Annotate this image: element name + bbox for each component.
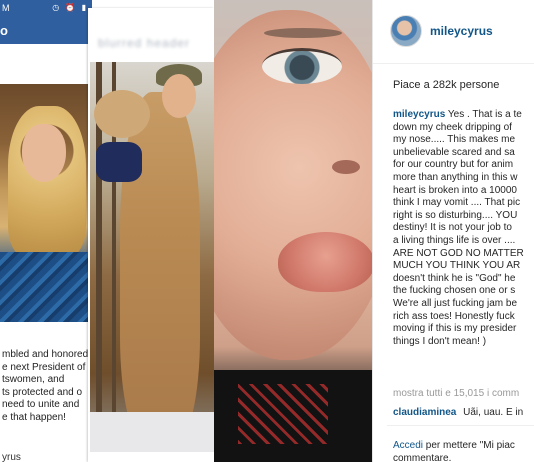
username-link[interactable]: mileycyrus [430,24,493,38]
post-header: mileycyrus [373,0,534,64]
login-prompt-text: per mettere "Mi piac [425,440,515,451]
woman-photo [0,84,92,322]
left-caption-line: ts protected and o [2,386,83,398]
caption-line: ARE NOT GOD NO MATTER [393,247,524,259]
caption-text: Yes . That is a te [447,109,522,120]
caption-line: unbelievable scared and sa [393,146,515,158]
app-topbar: M ◷ ⏰ ▮ o [0,0,92,44]
caption-line: We're all just fucking jam be [393,297,517,309]
post-image[interactable]: M ◷ ⏰ ▮ o mbled and honored e next Presi… [0,0,372,462]
divider [387,425,534,426]
status-time: M [2,3,10,13]
selfie-panel [214,0,372,462]
comment-text: Uãi, uau. E in [463,407,524,418]
cougar-head [94,90,150,138]
avatar[interactable] [390,15,422,47]
caption-line: rich ass toes! Honestly fuck [393,310,515,322]
login-prompt: Accedi per mettere "Mi piac commentare. [393,439,515,462]
nostril [332,160,360,174]
caption-line: heart is broken into a 10000 [393,184,517,196]
caption-line: more than anything in this w [393,171,518,183]
shirt-shape [0,252,92,322]
eye [262,48,342,84]
caption-line: MUCH YOU THINK YOU AR [393,260,521,272]
caption-line: for our country but for anim [393,159,514,171]
post-caption: mileycyrus Yes . That is a te down my ch… [393,109,534,348]
caption-line: down my cheek dripping of [393,121,512,133]
caption-line: moving if this is my presider [393,323,517,335]
left-caption-line: e next President of [2,361,86,373]
caption-line: right is so disturbing.... YOU [393,209,518,221]
left-footer-name: yrus [2,452,21,462]
login-link[interactable]: Accedi [393,440,423,451]
caption-line: destiny! It is not your job to [393,222,512,234]
comment: claudiaminea Uãi, uau. E in [393,407,523,418]
caption-author-link[interactable]: mileycyrus [393,109,445,120]
left-caption-line: need to unite and [2,399,80,411]
left-caption: mbled and honored e next President of ts… [2,349,92,425]
caption-line: mileycyrus Yes . That is a te [393,109,534,122]
left-caption-line: mbled and honored [2,349,89,360]
blurred-header: blurred header [98,36,191,50]
hunting-photo [90,62,214,452]
lips [278,232,372,292]
likes-count: Piace a 282k persone [393,79,500,91]
caption-line: doesn't think he is "God" he [393,272,516,284]
screenshot-panel-left: M ◷ ⏰ ▮ o mbled and honored e next Presi… [0,0,92,462]
caption-line: the fucking chosen one or s [393,285,516,297]
status-icons: ◷ ⏰ ▮ [52,3,88,12]
login-prompt-text-2: commentare. [393,453,452,462]
snow-ground [90,412,214,452]
post-sidebar: mileycyrus Piace a 282k persone mileycyr… [372,0,534,462]
caption-line: my nose..... This makes me [393,134,516,146]
face-shape [22,124,66,182]
left-caption-line: tswomen, and [2,374,65,386]
view-all-comments-link[interactable]: mostra tutti e 15,015 i comm [393,388,519,399]
hunter-sleeve [96,142,142,182]
caption-line: things I don't mean! ) [393,335,487,347]
eyebrow [264,28,342,38]
tshirt-print [238,384,328,444]
hunter-face [162,74,196,118]
nav-label: o [0,23,8,38]
caption-line: a living things life is over .... [393,234,516,246]
caption-line: think I may vomit .... That pic [393,197,521,209]
comment-username-link[interactable]: claudiaminea [393,407,456,418]
left-caption-line: e that happen! [2,411,66,423]
screenshot-panel-middle: blurred header [88,8,214,462]
